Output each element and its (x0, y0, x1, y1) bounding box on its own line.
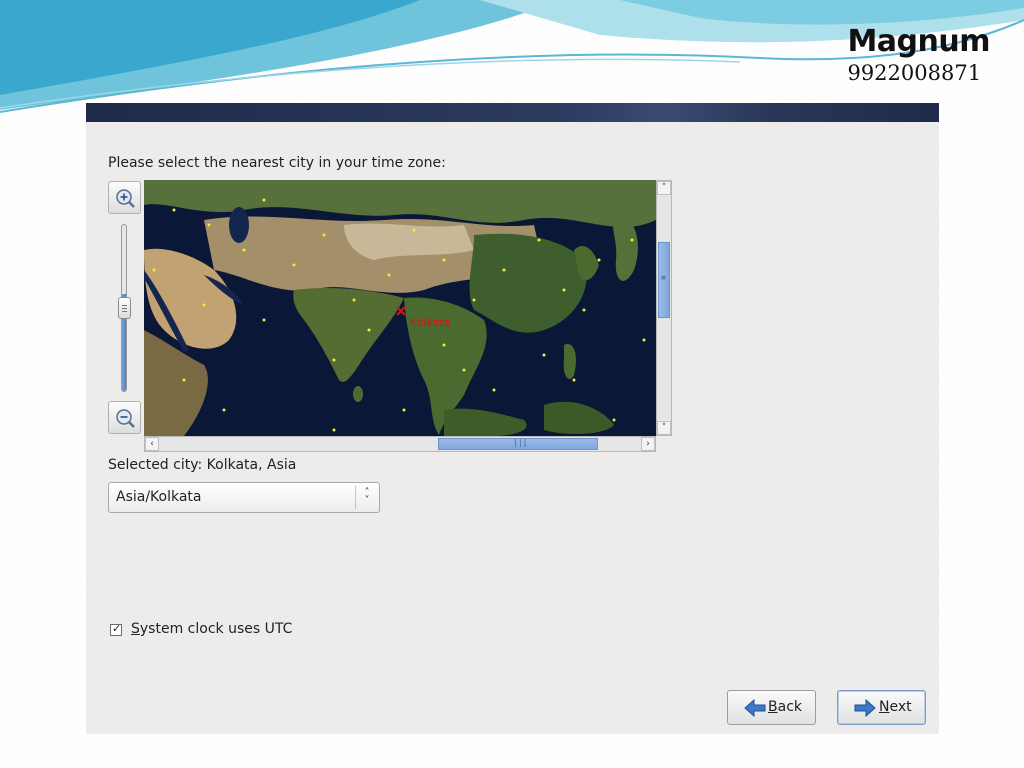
combo-separator (355, 486, 356, 509)
back-mnemonic: B (768, 699, 778, 715)
check-icon: ✓ (112, 622, 122, 635)
back-button[interactable]: Back (727, 690, 816, 725)
map-vertical-scroll-thumb[interactable]: ≡ (658, 242, 670, 318)
utc-mnemonic: S (131, 621, 140, 637)
timezone-prompt: Please select the nearest city in your t… (108, 155, 446, 171)
timezone-select[interactable]: Asia/Kolkata ˄ ˅ (108, 482, 380, 513)
zoom-out-button[interactable] (108, 401, 141, 434)
grip-icon: ||| (513, 438, 528, 447)
scroll-up-arrow-icon[interactable]: ˄ (657, 181, 671, 195)
zoom-in-button[interactable] (108, 181, 141, 214)
selected-city-map-label: Kolkata (410, 316, 451, 329)
timezone-select-value: Asia/Kolkata (116, 489, 202, 505)
scroll-down-arrow-icon[interactable]: ˅ (657, 421, 671, 435)
zoom-out-icon (116, 409, 135, 428)
brand-phone: 9922008871 (847, 61, 982, 85)
utc-label-text: ystem clock uses UTC (139, 621, 293, 637)
selected-city-label: Selected city: Kolkata, Asia (108, 457, 297, 473)
installer-header-bar (86, 103, 939, 122)
world-map-image (144, 180, 656, 436)
brand-block: Magnum 9922008871 (847, 24, 990, 86)
utc-checkbox[interactable]: ✓ (110, 622, 122, 636)
arrow-left-icon (744, 699, 766, 717)
map-horizontal-scroll-thumb[interactable]: ||| (438, 438, 598, 450)
utc-checkbox-label[interactable]: System clock uses UTC (131, 621, 292, 637)
timezone-map[interactable]: Kolkata (144, 180, 656, 436)
back-label: ack (777, 699, 802, 715)
zoom-in-icon (116, 189, 135, 208)
arrow-right-icon (854, 699, 876, 717)
next-mnemonic: N (879, 699, 890, 715)
brand-name: Magnum (847, 24, 990, 59)
updown-chevron-icon: ˄ ˅ (364, 487, 370, 506)
installer-window: Please select the nearest city in your t… (86, 103, 939, 734)
map-horizontal-scrollbar[interactable]: ‹ ||| › (144, 436, 656, 452)
map-vertical-scrollbar[interactable]: ˄ ≡ ˅ (656, 180, 672, 436)
next-label: ext (889, 699, 912, 715)
scroll-right-arrow-icon[interactable]: › (641, 437, 655, 451)
next-button[interactable]: Next (837, 690, 926, 725)
zoom-slider-handle[interactable] (118, 297, 131, 319)
grip-icon: ≡ (661, 273, 666, 282)
scroll-left-arrow-icon[interactable]: ‹ (145, 437, 159, 451)
